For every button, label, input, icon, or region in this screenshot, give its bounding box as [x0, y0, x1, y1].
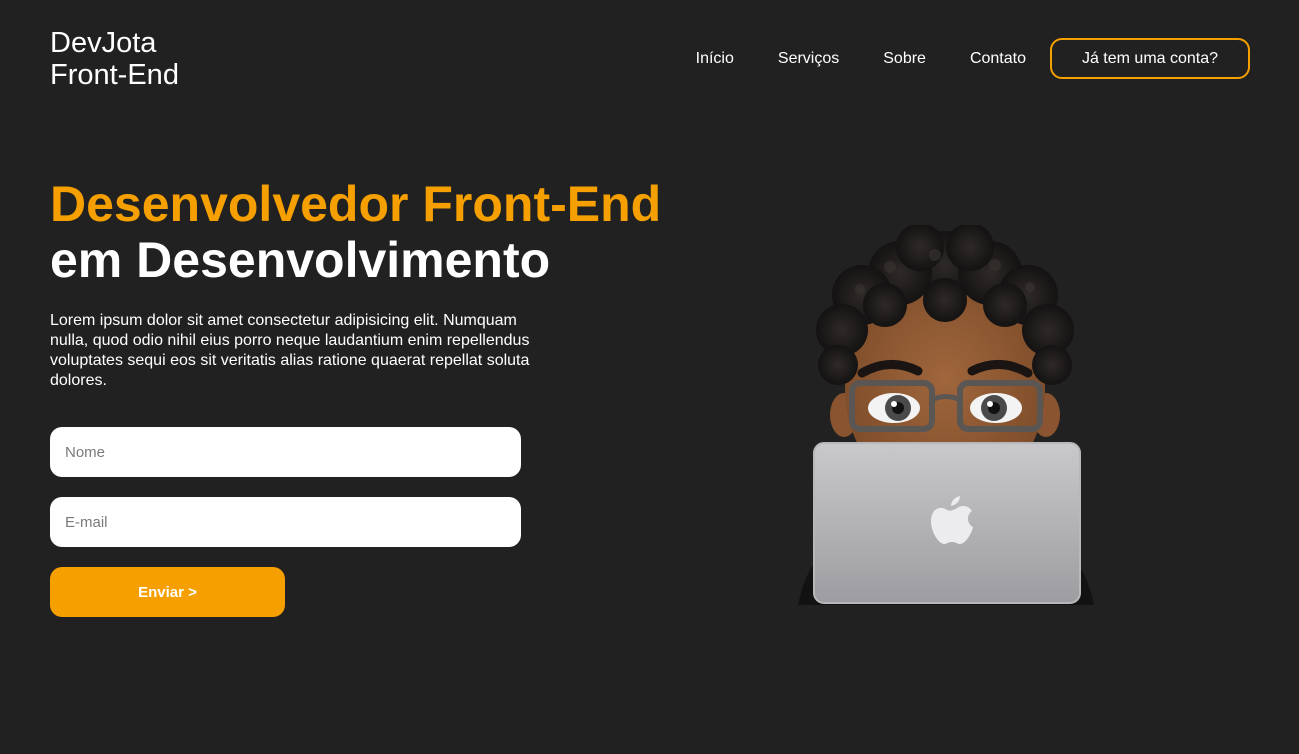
avatar-illustration	[798, 225, 1094, 605]
nav-link-sobre[interactable]: Sobre	[883, 50, 926, 68]
landing-page: DevJota Front-End Início Serviços Sobre …	[0, 0, 1299, 754]
name-input[interactable]	[50, 427, 521, 477]
nav-link-servicos[interactable]: Serviços	[778, 50, 839, 68]
submit-button[interactable]: Enviar >	[50, 567, 285, 617]
hero-title-accent: Desenvolvedor Front-End	[50, 176, 662, 232]
hero-title-plain: em Desenvolvimento	[50, 232, 551, 288]
main-nav: Início Serviços Sobre Contato Já tem uma…	[696, 38, 1250, 79]
hero-title: Desenvolvedor Front-End em Desenvolvimen…	[50, 176, 661, 288]
logo-line-2: Front-End	[50, 59, 179, 91]
logo-line-1: DevJota	[50, 27, 157, 59]
site-logo[interactable]: DevJota Front-End	[50, 27, 179, 91]
nav-link-contato[interactable]: Contato	[970, 50, 1026, 68]
hero-description: Lorem ipsum dolor sit amet consectetur a…	[50, 312, 530, 389]
email-input[interactable]	[50, 497, 521, 547]
nav-link-inicio[interactable]: Início	[696, 50, 734, 68]
account-button[interactable]: Já tem uma conta?	[1050, 38, 1250, 79]
